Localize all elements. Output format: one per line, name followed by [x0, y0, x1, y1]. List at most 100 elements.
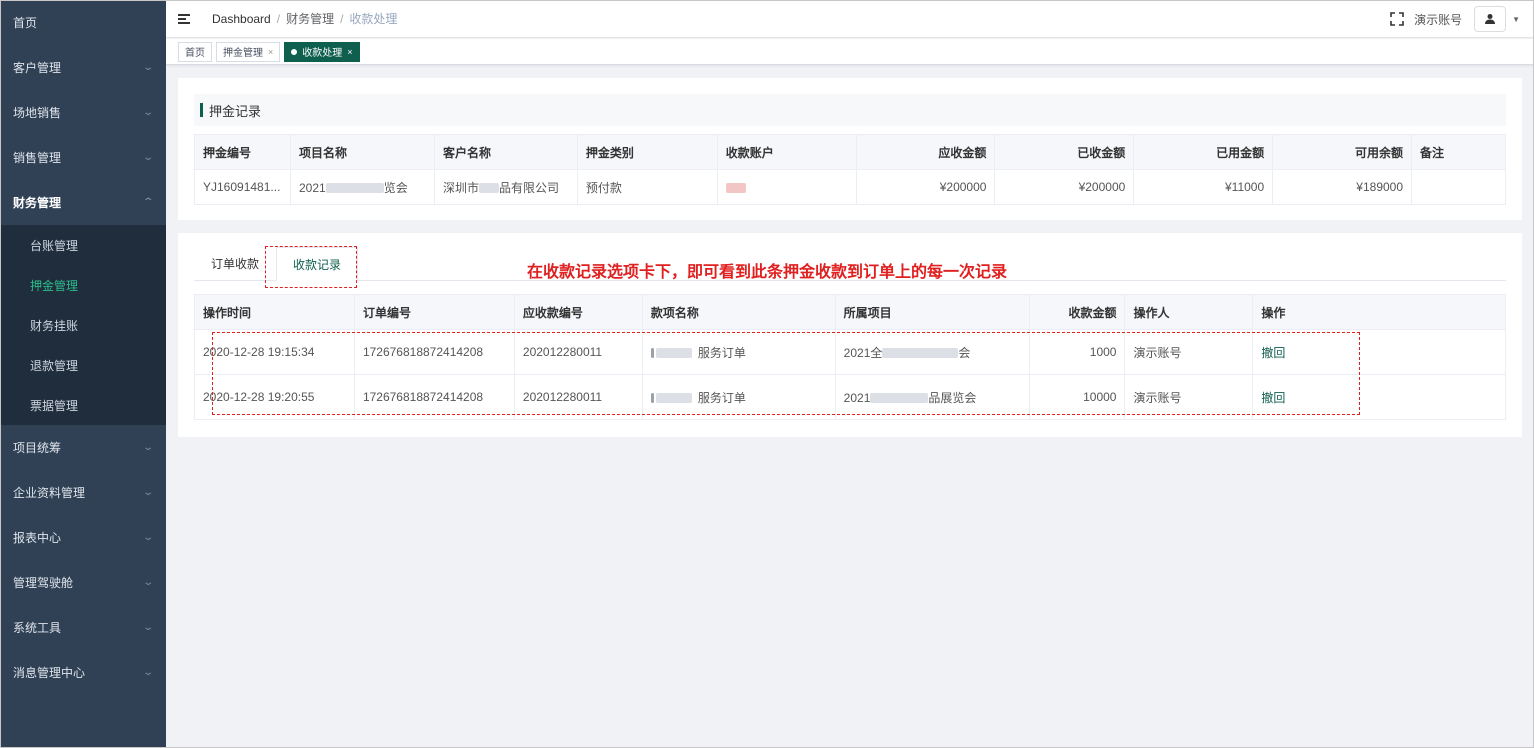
sidebar-item-home[interactable]: 首页 [0, 0, 166, 45]
top-right-controls: 演示账号 ▼ [1390, 0, 1520, 38]
column-header: 已收金额 [994, 134, 1135, 170]
redacted-block [478, 183, 499, 194]
sidebar-item-tools[interactable]: 系统工具 ⌄ [0, 605, 166, 650]
chevron-down-icon: ⌄ [141, 532, 154, 543]
finance-submenu: 台账管理 押金管理 财务挂账 退款管理 票据管理 [0, 225, 166, 425]
column-header: 押金编号 [194, 134, 291, 170]
tag-receipt-processing[interactable]: 收款处理 × [284, 41, 360, 62]
annotation-box-rows [212, 332, 1360, 415]
used-amount: ¥11000 [1133, 169, 1274, 205]
avatar[interactable] [1474, 6, 1507, 32]
sidebar-item-venue-sales[interactable]: 场地销售 ⌄ [0, 90, 166, 135]
sidebar-item-company-docs[interactable]: 企业资料管理 ⌄ [0, 470, 166, 515]
sidebar-item-label: 首页 [13, 16, 38, 30]
sidebar-item-label: 消息管理中心 [13, 666, 86, 680]
breadcrumb-item-dashboard[interactable]: Dashboard [212, 12, 271, 26]
sidebar-item-label: 项目统筹 [13, 441, 62, 455]
sidebar-subitem-invoices[interactable]: 票据管理 [0, 385, 166, 425]
breadcrumb-item-current: 收款处理 [349, 12, 398, 26]
section-header: 押金记录 [194, 94, 1506, 126]
column-header: 所属项目 [834, 294, 1030, 330]
section-title: 押金记录 [209, 103, 262, 119]
sidebar-subitem-ledger[interactable]: 台账管理 [0, 225, 166, 265]
annotation-box-tab [265, 246, 357, 288]
breadcrumb: Dashboard / 财务管理 / 收款处理 [212, 10, 397, 27]
annotation-text: 在收款记录选项卡下，即可看到此条押金收款到订单上的每一次记录 [527, 262, 1008, 281]
receiving-account [716, 169, 857, 205]
top-navbar: Dashboard / 财务管理 / 收款处理 演示账号 ▼ [166, 0, 1534, 38]
note [1411, 169, 1506, 205]
chevron-down-icon: ⌄ [141, 622, 154, 633]
close-icon[interactable]: × [347, 47, 352, 57]
breadcrumb-separator: / [340, 11, 344, 26]
table-header-row: 押金编号 项目名称 客户名称 押金类别 收款账户 应收金额 已收金额 已用金额 … [194, 134, 1506, 170]
chevron-down-icon: ⌄ [141, 62, 154, 73]
sidebar-item-customers[interactable]: 客户管理 ⌄ [0, 45, 166, 90]
sidebar-item-messages[interactable]: 消息管理中心 ⌄ [0, 650, 166, 695]
column-header: 收款账户 [716, 134, 857, 170]
table-row: YJ16091481... 2021 览会 深圳市 品有限公司 预付款 ¥20000… [194, 169, 1506, 205]
column-header: 操作人 [1124, 294, 1254, 330]
account-name[interactable]: 演示账号 [1414, 11, 1462, 28]
tag-label: 首页 [185, 48, 205, 59]
deposit-type: 预付款 [576, 169, 718, 205]
chevron-up-icon: ⌃ [141, 197, 154, 208]
close-icon[interactable]: × [268, 47, 273, 57]
column-header: 应收金额 [855, 134, 996, 170]
column-header: 已用金额 [1133, 134, 1274, 170]
breadcrumb-item-finance: 财务管理 [286, 12, 335, 26]
column-header: 操作 [1252, 294, 1506, 330]
chevron-down-icon: ⌄ [141, 667, 154, 678]
column-header: 操作时间 [194, 294, 355, 330]
chevron-down-icon: ⌄ [141, 487, 154, 498]
caret-down-icon[interactable]: ▼ [1512, 15, 1520, 24]
table-header-row: 操作时间 订单编号 应收款编号 款项名称 所属项目 收款金额 操作人 操作 [194, 294, 1506, 330]
chevron-down-icon: ⌄ [141, 152, 154, 163]
sidebar-item-label: 管理驾驶舱 [13, 576, 74, 590]
column-header: 款项名称 [641, 294, 836, 330]
sidebar-item-finance[interactable]: 财务管理 ⌃ [0, 180, 166, 225]
tag-home[interactable]: 首页 [178, 41, 212, 62]
column-header: 应收款编号 [513, 294, 643, 330]
active-dot-icon [291, 48, 298, 55]
chevron-down-icon: ⌄ [141, 577, 154, 588]
received-amount: ¥200000 [994, 169, 1135, 205]
user-icon [1485, 14, 1496, 24]
fullscreen-icon[interactable] [1390, 12, 1404, 26]
customer-name: 深圳市 品有限公司 [433, 169, 578, 205]
sidebar-item-reports[interactable]: 报表中心 ⌄ [0, 515, 166, 560]
records-card: 订单收款 收款记录 在收款记录选项卡下，即可看到此条押金收款到订单上的每一次记录… [178, 233, 1522, 437]
sidebar-item-label: 系统工具 [13, 621, 62, 635]
chevron-down-icon: ⌄ [141, 107, 154, 118]
deposit-card: 押金记录 押金编号 项目名称 客户名称 押金类别 收款账户 应收金额 已收金额 … [178, 78, 1522, 220]
section-bar-icon [200, 103, 203, 117]
project-name: 2021 览会 [289, 169, 435, 205]
sidebar-item-label: 客户管理 [13, 61, 62, 75]
breadcrumb-separator: / [276, 11, 281, 26]
sidebar-item-label: 报表中心 [13, 531, 62, 545]
tags-view: 首页 押金管理 × 收款处理 × [166, 39, 1534, 65]
chevron-down-icon: ⌄ [141, 442, 154, 453]
sidebar-item-cockpit[interactable]: 管理驾驶舱 ⌄ [0, 560, 166, 605]
column-header: 项目名称 [289, 134, 435, 170]
tag-deposit[interactable]: 押金管理 × [216, 41, 281, 62]
column-header: 客户名称 [433, 134, 578, 170]
tag-label: 收款处理 [302, 48, 343, 59]
sidebar: 首页 客户管理 ⌄ 场地销售 ⌄ 销售管理 ⌄ 财务管理 ⌃ 台账管理 押金管理 财务挂… [0, 0, 166, 748]
sidebar-subitem-accounts[interactable]: 财务挂账 [0, 305, 166, 345]
available-balance: ¥189000 [1272, 169, 1413, 205]
sidebar-item-sales[interactable]: 销售管理 ⌄ [0, 135, 166, 180]
sidebar-item-projects[interactable]: 项目统筹 ⌄ [0, 425, 166, 470]
sidebar-subitem-deposit[interactable]: 押金管理 [0, 265, 166, 305]
tab-order-receipt[interactable]: 订单收款 [194, 247, 276, 280]
menu-toggle-icon[interactable] [178, 13, 190, 24]
column-header: 备注 [1411, 134, 1506, 170]
column-header: 可用余额 [1272, 134, 1413, 170]
column-header: 押金类别 [576, 134, 718, 170]
tag-label: 押金管理 [223, 48, 263, 59]
column-header: 收款金额 [1028, 294, 1126, 330]
redacted-block [325, 183, 384, 194]
sidebar-item-label: 场地销售 [13, 106, 62, 120]
column-header: 订单编号 [353, 294, 515, 330]
sidebar-subitem-refunds[interactable]: 退款管理 [0, 345, 166, 385]
